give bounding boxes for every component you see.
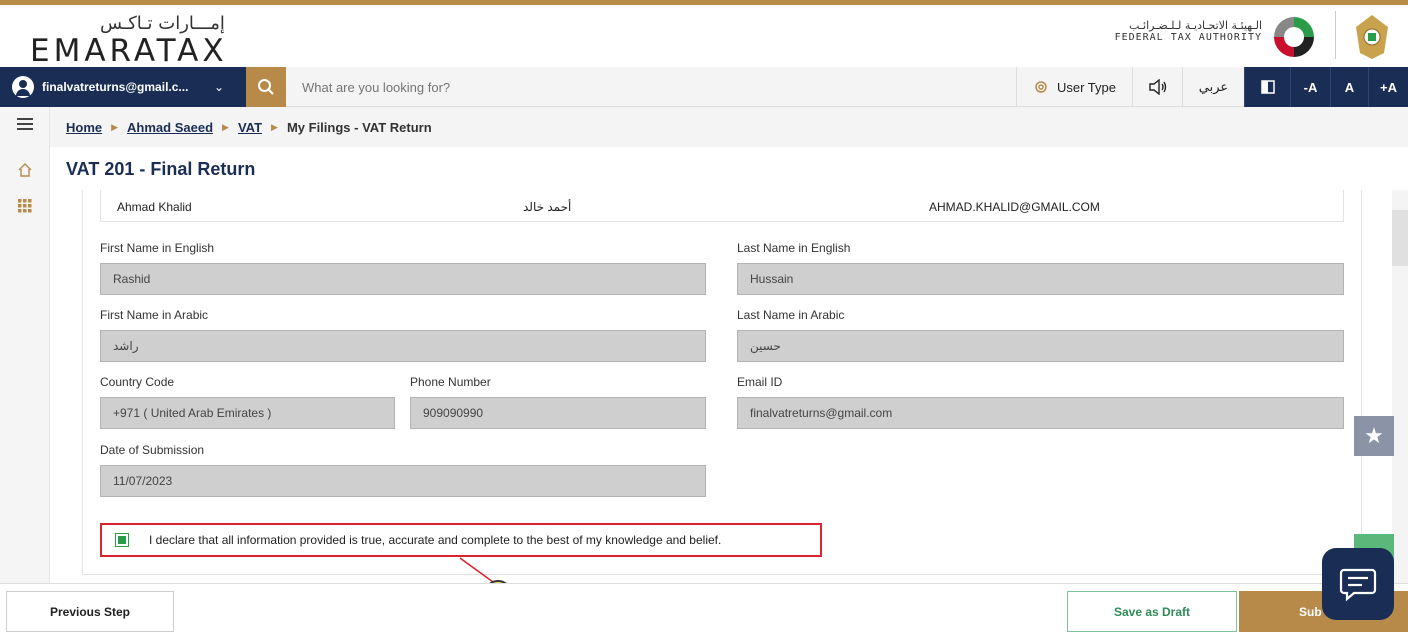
- star-icon: ★: [1364, 423, 1384, 448]
- country-code-field[interactable]: +971 ( United Arab Emirates ): [100, 397, 395, 429]
- fta-english: FEDERAL TAX AUTHORITY: [1114, 32, 1262, 43]
- header-divider: [1335, 11, 1336, 59]
- fta-arabic: الـهيئـة الاتحـاديـة لـلـضـرائـب: [1128, 19, 1262, 32]
- user-menu[interactable]: finalvatreturns@gmail.c... ⌄: [0, 67, 246, 107]
- language-toggle[interactable]: عربي: [1182, 67, 1244, 107]
- logo-arabic: إمـــارات تـاكـس: [100, 13, 225, 34]
- previous-step-button[interactable]: Previous Step: [6, 591, 174, 632]
- date-of-submission-field[interactable]: 11/07/2023: [100, 465, 706, 497]
- breadcrumb: Home ▶ Ahmad Saeed ▶ VAT ▶ My Filings - …: [50, 107, 1408, 147]
- breadcrumb-separator-icon: ▶: [111, 121, 119, 132]
- audio-button[interactable]: [1132, 67, 1182, 107]
- contact-summary-row: Ahmad Khalid أحمد خالد AHMAD.KHALID@GMAI…: [100, 190, 1344, 222]
- first-name-en-label: First Name in English: [100, 241, 215, 255]
- grid-icon[interactable]: [14, 195, 36, 217]
- favorite-button[interactable]: ★: [1354, 416, 1394, 456]
- email-id-field[interactable]: finalvatreturns@gmail.com: [737, 397, 1344, 429]
- navbar-tools: User Type عربي -A A +A: [1016, 67, 1408, 107]
- last-name-ar-field[interactable]: حسين: [737, 330, 1344, 362]
- left-sidebar: [0, 107, 50, 583]
- footer-actions: Previous Step Save as Draft Sub: [0, 583, 1408, 638]
- search-button[interactable]: [246, 67, 286, 107]
- user-type-label: User Type: [1056, 79, 1116, 95]
- search-input[interactable]: [290, 67, 990, 107]
- form-panel: [82, 190, 1362, 575]
- declaration-checkbox[interactable]: [115, 533, 129, 547]
- search-icon: [258, 79, 274, 95]
- breadcrumb-vat[interactable]: VAT: [238, 120, 262, 135]
- scrollbar-thumb[interactable]: [1392, 210, 1408, 266]
- page-title: VAT 201 - Final Return: [66, 159, 256, 179]
- font-decrease-button[interactable]: -A: [1290, 67, 1330, 107]
- last-name-ar-label: Last Name in Arabic: [737, 308, 845, 322]
- fta-wordmark: الـهيئـة الاتحـاديـة لـلـضـرائـب FEDERAL…: [1112, 19, 1262, 43]
- logo-english[interactable]: EMARATAX: [30, 33, 228, 69]
- user-type-button[interactable]: User Type: [1016, 67, 1132, 107]
- chat-icon: [1339, 568, 1377, 602]
- first-name-ar-field[interactable]: راشد: [100, 330, 706, 362]
- country-code-label: Country Code: [100, 375, 175, 389]
- declaration-highlight: I declare that all information provided …: [100, 523, 822, 557]
- phone-number-label: Phone Number: [410, 375, 491, 389]
- user-email: finalvatreturns@gmail.c...: [42, 80, 189, 94]
- contact-name-ar: أحمد خالد: [523, 200, 572, 214]
- font-increase-button[interactable]: +A: [1368, 67, 1408, 107]
- top-navbar: finalvatreturns@gmail.c... ⌄ User Type ع…: [0, 67, 1408, 107]
- declaration-text: I declare that all information provided …: [149, 533, 722, 547]
- breadcrumb-ahmad-saeed[interactable]: Ahmad Saeed: [127, 120, 213, 135]
- contact-email: AHMAD.KHALID@GMAIL.COM: [929, 200, 1100, 214]
- home-icon[interactable]: [14, 159, 36, 181]
- breadcrumb-separator-icon: ▶: [222, 121, 229, 132]
- date-of-submission-label: Date of Submission: [100, 443, 205, 457]
- email-id-label: Email ID: [737, 375, 783, 389]
- last-name-en-field[interactable]: Hussain: [737, 263, 1344, 295]
- menu-icon[interactable]: [14, 113, 36, 135]
- user-icon: [12, 76, 34, 98]
- contrast-icon: [1260, 80, 1275, 94]
- breadcrumb-current: My Filings - VAT Return: [286, 119, 432, 135]
- font-normal-button[interactable]: A: [1330, 67, 1368, 107]
- phone-number-field[interactable]: 909090990: [410, 397, 706, 429]
- first-name-en-field[interactable]: Rashid: [100, 263, 706, 295]
- gear-icon: [1035, 81, 1047, 93]
- save-as-draft-button[interactable]: Save as Draft: [1067, 591, 1237, 632]
- chevron-down-icon[interactable]: ⌄: [214, 80, 224, 94]
- uae-emblem-icon: [1356, 15, 1388, 59]
- last-name-en-label: Last Name in English: [737, 241, 851, 255]
- contrast-button[interactable]: [1244, 67, 1290, 107]
- contact-name-en: Ahmad Khalid: [117, 200, 192, 214]
- breadcrumb-separator-icon: ▶: [271, 121, 278, 132]
- first-name-ar-label: First Name in Arabic: [100, 308, 209, 322]
- chat-button[interactable]: [1322, 548, 1394, 620]
- fta-logo-icon: [1274, 17, 1314, 57]
- breadcrumb-home[interactable]: Home: [66, 120, 102, 135]
- speaker-icon: [1148, 79, 1166, 95]
- site-header: إمـــارات تـاكـس EMARATAX الـهيئـة الاتح…: [0, 5, 1408, 69]
